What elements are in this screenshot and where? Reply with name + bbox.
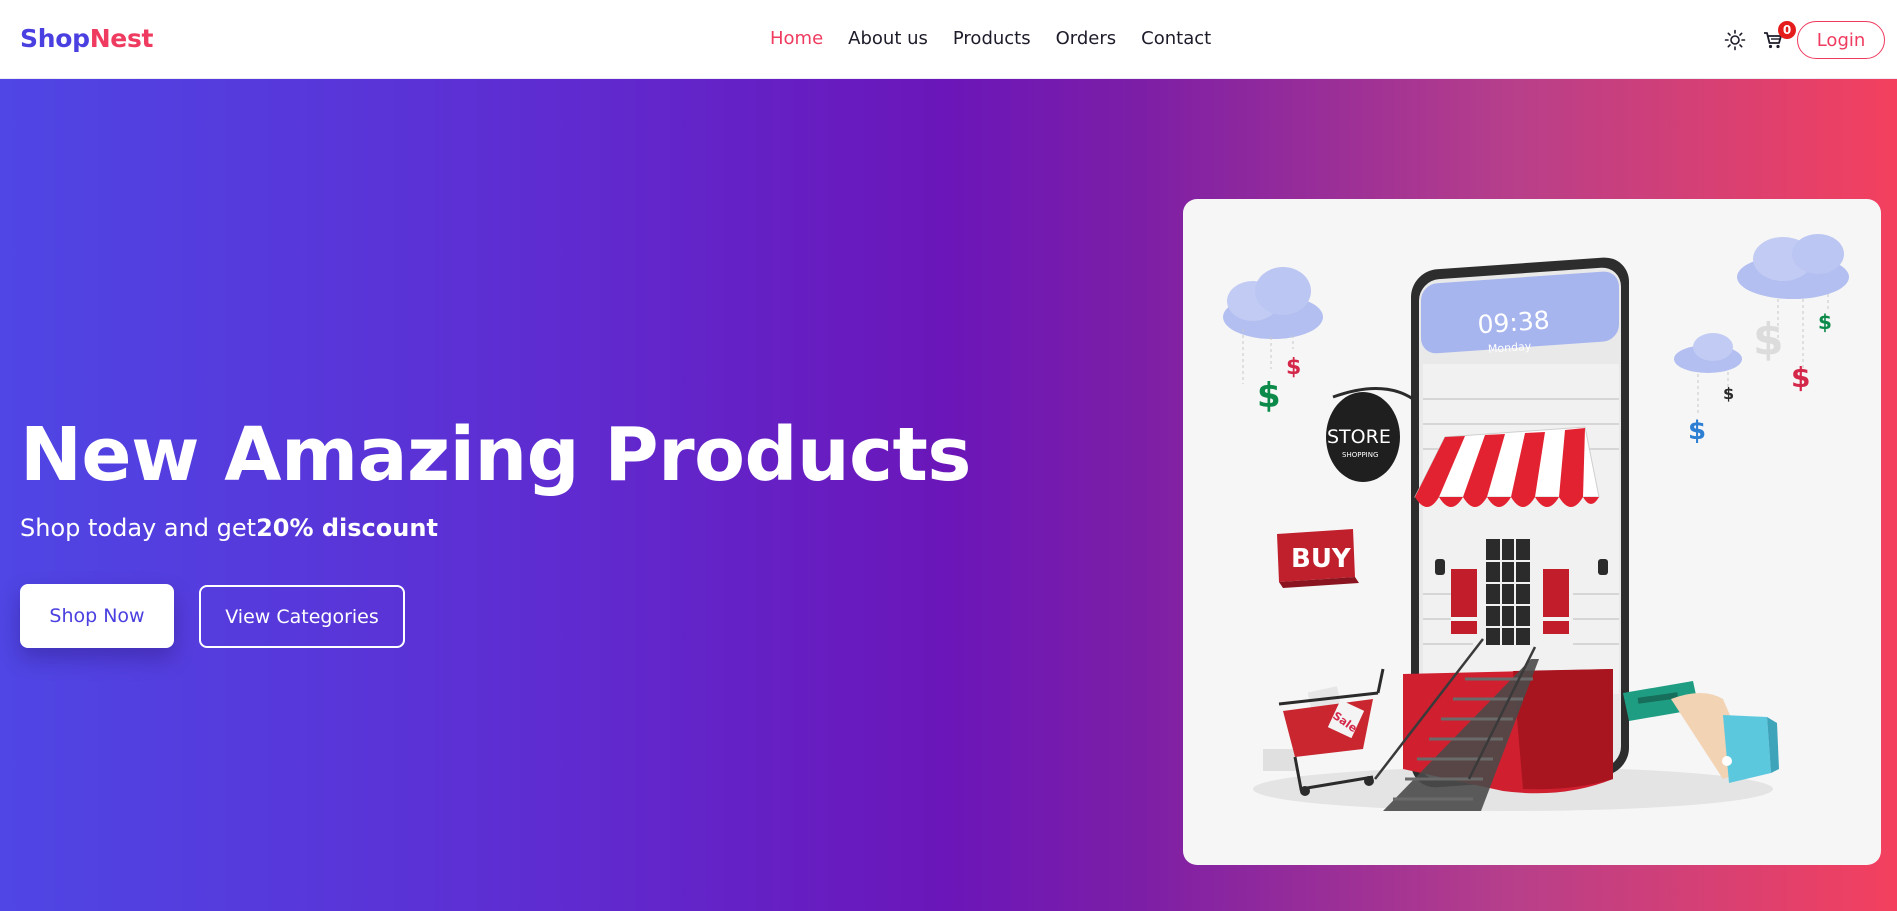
dollar-icon: $ (1257, 376, 1281, 416)
cart-count-badge: 0 (1778, 21, 1796, 39)
nav-link-home[interactable]: Home (770, 28, 823, 49)
brand-name-part1: Shop (20, 24, 90, 53)
hero-title: New Amazing Products (20, 412, 971, 498)
top-navbar: ShopNest Home About us Products Orders C… (0, 0, 1897, 79)
hero-illustration-card: $ $ $ $ $ $ $ 09:38 Monday STORE SHOPPIN… (1183, 199, 1881, 865)
cart-button[interactable]: 0 (1760, 21, 1796, 53)
brand-name-part2: Nest (89, 24, 154, 53)
phone-clock: 09:38 (1477, 305, 1551, 339)
dollar-icon: $ (1286, 355, 1301, 380)
brand-logo[interactable]: ShopNest (20, 24, 154, 53)
store-sign-text: STORE (1327, 426, 1391, 448)
store-sign: STORE SHOPPING (1326, 387, 1414, 482)
header-actions: 0 Login (1722, 21, 1885, 59)
shop-now-button[interactable]: Shop Now (20, 584, 174, 648)
cloud-left (1223, 267, 1323, 384)
hero-subtitle-text: Shop today and get (20, 514, 257, 542)
sun-icon (1724, 29, 1746, 51)
main-nav: Home About us Products Orders Contact (770, 28, 1236, 49)
nav-link-products[interactable]: Products (953, 28, 1031, 49)
dollar-icon: $ (1688, 416, 1706, 446)
dollar-icon: $ (1818, 310, 1832, 334)
credit-card-hand (1623, 681, 1779, 783)
discount-highlight: 20% discount (256, 514, 438, 542)
dollar-icon: $ (1753, 314, 1784, 365)
phone-store: 09:38 Monday (1374, 257, 1629, 811)
buy-sign-text: BUY (1291, 544, 1352, 574)
store-sign-subtext: SHOPPING (1342, 451, 1378, 459)
dollar-icon: $ (1723, 384, 1734, 403)
hero-section: New Amazing Products Shop today and get2… (0, 79, 1897, 911)
view-categories-button[interactable]: View Categories (199, 585, 405, 648)
theme-toggle-button[interactable] (1722, 27, 1748, 53)
hero-subtitle: Shop today and get20% discount (20, 514, 438, 542)
buy-sign: BUY (1277, 529, 1359, 588)
dollar-icon: $ (1791, 361, 1810, 394)
online-store-illustration: $ $ $ $ $ $ $ 09:38 Monday STORE SHOPPIN… (1223, 234, 1849, 811)
nav-link-orders[interactable]: Orders (1056, 28, 1117, 49)
nav-link-about-us[interactable]: About us (848, 28, 928, 49)
nav-link-contact[interactable]: Contact (1141, 28, 1211, 49)
login-button[interactable]: Login (1797, 21, 1885, 59)
